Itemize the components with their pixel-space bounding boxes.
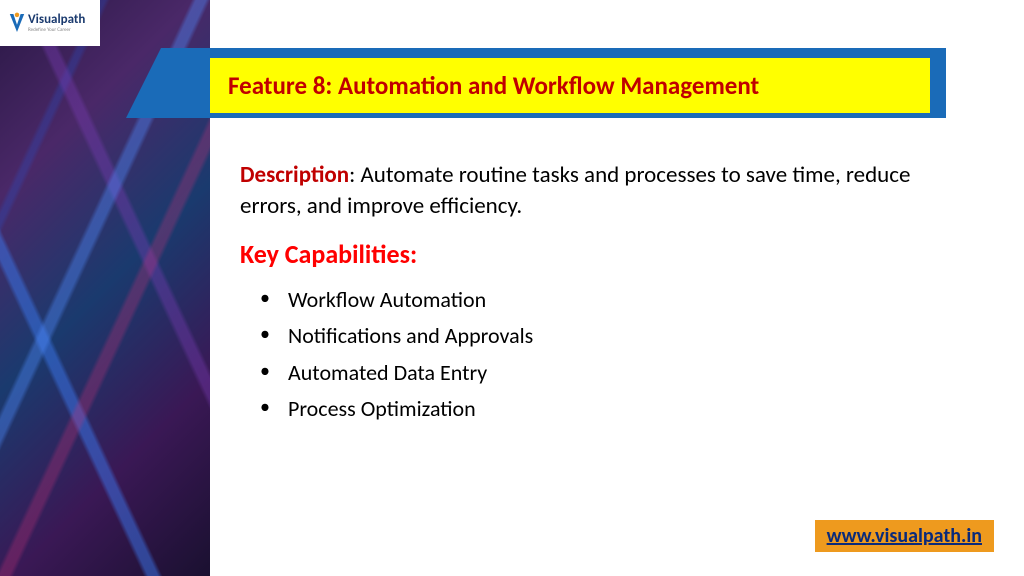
logo-name: Visualpath <box>28 13 85 26</box>
content-area: Description: Automate routine tasks and … <box>240 160 960 427</box>
list-item: Workflow Automation <box>260 282 960 318</box>
website-link-box[interactable]: www.visualpath.in <box>815 520 994 552</box>
list-item: Automated Data Entry <box>260 355 960 391</box>
list-item: Process Optimization <box>260 391 960 427</box>
description-label: Description <box>240 161 349 189</box>
key-capabilities-heading: Key Capabilities: <box>240 238 960 270</box>
title-bar: Feature 8: Automation and Workflow Manag… <box>210 58 930 113</box>
logo: Visualpath Redefine Your Career <box>0 0 100 46</box>
slide-title: Feature 8: Automation and Workflow Manag… <box>228 70 759 101</box>
logo-v-icon <box>8 12 26 34</box>
logo-tagline: Redefine Your Career <box>28 27 85 33</box>
list-item: Notifications and Approvals <box>260 318 960 354</box>
capabilities-list: Workflow Automation Notifications and Ap… <box>240 282 960 427</box>
description-paragraph: Description: Automate routine tasks and … <box>240 160 960 222</box>
website-link[interactable]: www.visualpath.in <box>827 524 982 548</box>
